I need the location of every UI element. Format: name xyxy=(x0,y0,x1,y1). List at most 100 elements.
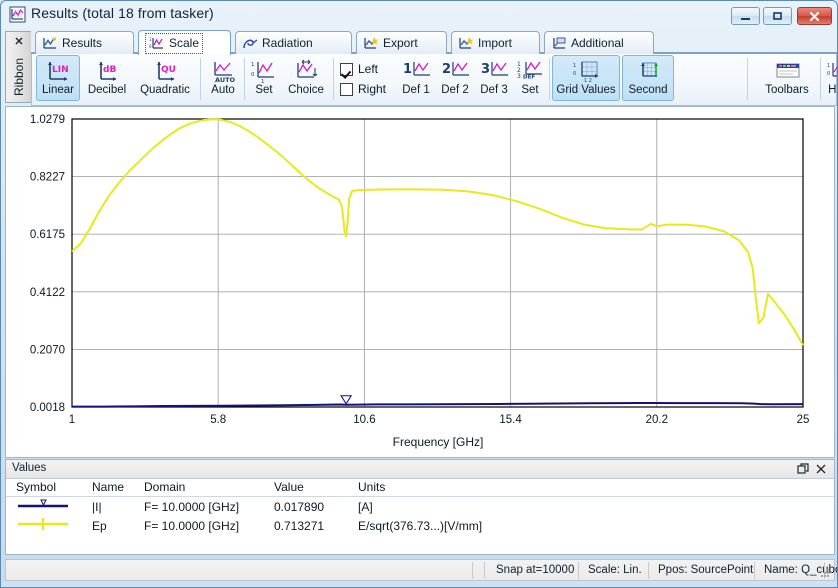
ribbon-dock-tab[interactable]: ✕ Ribbon xyxy=(5,31,31,103)
svg-text:3: 3 xyxy=(481,62,490,77)
row-value: 0.017890 xyxy=(274,499,325,514)
x-tick-label: 10.6 xyxy=(353,414,375,426)
set-range-icon: 1 0 1 xyxy=(251,59,277,85)
import-icon xyxy=(458,36,474,50)
tab-results-label: Results xyxy=(62,36,103,50)
svg-text:0: 0 xyxy=(827,71,830,77)
def2-icon: 2 xyxy=(442,59,469,83)
column-units: Units xyxy=(352,478,834,497)
svg-text:0: 0 xyxy=(149,44,152,49)
legend-line-efield xyxy=(6,516,86,535)
row-units: [A] xyxy=(358,499,373,514)
checkbox-left-box[interactable] xyxy=(340,62,353,76)
ribbon-button-second-label: Second xyxy=(628,84,668,96)
minimize-button[interactable] xyxy=(731,7,760,25)
status-snap: Snap at=10000 xyxy=(496,564,575,576)
ribbon-button-auto-label: Auto xyxy=(211,84,235,96)
grid-values-icon: 1 0 1 2 xyxy=(573,59,599,84)
maximize-button[interactable] xyxy=(763,7,792,25)
ribbon-button-def3[interactable]: 3 Def 3 xyxy=(475,55,513,101)
ribbon-button-def2-label: Def 2 xyxy=(441,84,469,96)
x-tick-label: 15.4 xyxy=(499,414,522,426)
tab-scale[interactable]: 1 0 Scale xyxy=(138,30,231,55)
tab-export-label: Export xyxy=(383,36,418,50)
values-panel-header: Values xyxy=(6,460,834,479)
values-table: Symbol Name Domain Value Units |I| F= 10… xyxy=(6,478,834,535)
status-scale: Scale: Lin. xyxy=(588,564,642,576)
ribbon-button-def-set[interactable]: 1 2 3 DEF Set xyxy=(514,55,546,101)
ribbon-button-choice[interactable]: Choice xyxy=(282,55,330,101)
def3-icon: 3 xyxy=(481,59,508,83)
row-units: E/sqrt(376.73...)[V/mm] xyxy=(358,518,483,533)
tab-import[interactable]: Import xyxy=(451,31,540,54)
ribbon-separator xyxy=(244,58,245,100)
title-bar: Results (total 18 from tasker) xyxy=(1,1,837,28)
ribbon-button-help-label: Help xyxy=(828,84,837,96)
ribbon-button-def1[interactable]: 1 Def 1 xyxy=(397,55,435,101)
ribbon-button-def2[interactable]: 2 Def 2 xyxy=(436,55,474,101)
close-icon[interactable] xyxy=(814,462,828,476)
column-name: Name xyxy=(86,478,138,497)
svg-text:0: 0 xyxy=(573,71,576,77)
ribbon-toolbar: LIN Linear dB Decibel QU Quadratic AUTO … xyxy=(31,54,837,106)
values-table-header-row: Symbol Name Domain Value Units xyxy=(6,478,834,497)
row-value: 0.713271 xyxy=(274,518,325,533)
undock-icon[interactable] xyxy=(796,462,810,476)
close-button[interactable] xyxy=(797,7,832,25)
row-name: Ep xyxy=(92,518,107,533)
table-row[interactable]: |I| F= 10.0000 [GHz] 0.017890 [A] xyxy=(6,497,834,517)
plot-frame xyxy=(71,118,804,408)
ribbon-button-set-range[interactable]: 1 0 1 Set xyxy=(248,55,280,101)
x-axis-title: Frequency [GHz] xyxy=(393,435,484,449)
row-domain: F= 10.0000 [GHz] xyxy=(144,499,240,514)
tab-scale-label: Scale xyxy=(169,36,200,50)
ribbon-dock-label: Ribbon xyxy=(12,57,26,97)
ribbon-button-quadratic-label: Quadratic xyxy=(140,84,190,96)
ribbon-button-def3-label: Def 3 xyxy=(480,84,508,96)
tab-export[interactable]: Export xyxy=(356,31,447,54)
column-symbol: Symbol xyxy=(6,478,86,497)
ribbon-button-linear[interactable]: LIN Linear xyxy=(36,55,80,101)
ribbon-button-toolbars-label: Toolbars xyxy=(765,84,809,96)
chart-panel[interactable]: 0.0018 0.2070 0.4122 0.6175 0.8227 1.0279 1 5.… xyxy=(5,106,835,458)
svg-text:1: 1 xyxy=(827,63,830,69)
y-tick-label: 0.4122 xyxy=(30,287,65,299)
checkbox-right[interactable]: Right xyxy=(340,79,386,99)
status-divider xyxy=(578,562,579,579)
y-tick-label: 1.0279 xyxy=(30,114,65,126)
svg-text:LIN: LIN xyxy=(52,65,69,75)
plot-gridlines xyxy=(72,118,803,407)
export-icon xyxy=(363,36,379,50)
svg-text:dB: dB xyxy=(103,65,116,75)
resize-grip[interactable] xyxy=(820,568,831,579)
ribbon-separator xyxy=(820,58,821,100)
plot-series xyxy=(71,118,804,408)
ribbon-button-grid-values[interactable]: 1 0 1 2 Grid Values xyxy=(552,55,620,101)
tab-additional-label: Additional xyxy=(571,36,624,50)
toolbars-icon xyxy=(774,59,800,83)
ribbon-button-auto[interactable]: AUTO Auto xyxy=(204,55,242,101)
svg-text:1: 1 xyxy=(261,79,265,83)
results-window: Results (total 18 from tasker) ✕ Ribbon xyxy=(0,0,838,588)
tab-additional[interactable]: Additional xyxy=(544,31,654,54)
ribbon-button-second[interactable]: Second xyxy=(622,55,674,101)
tab-radiation[interactable]: Radiation xyxy=(235,31,352,54)
ribbon-button-quadratic[interactable]: QU Quadratic xyxy=(134,55,196,101)
checkbox-right-box[interactable] xyxy=(340,82,353,96)
series-Ep xyxy=(71,118,804,346)
y-tick-label: 0.8227 xyxy=(30,172,65,184)
checkbox-left[interactable]: Left xyxy=(340,59,386,79)
window-bottom-edge xyxy=(1,581,837,587)
ribbon-separator xyxy=(549,58,550,100)
table-row[interactable]: Ep F= 10.0000 [GHz] 0.713271 E/sqrt(376.… xyxy=(6,516,834,535)
def1-icon: 1 xyxy=(403,59,430,83)
tab-import-label: Import xyxy=(478,36,513,50)
ribbon-button-decibel[interactable]: dB Decibel xyxy=(82,55,132,101)
ribbon-button-help[interactable]: 1 0 ? Help xyxy=(823,55,837,101)
ribbon-separator xyxy=(747,58,748,100)
status-divider xyxy=(472,562,473,579)
ribbon-button-toolbars[interactable]: Toolbars xyxy=(759,55,815,101)
tab-results[interactable]: Results xyxy=(35,31,134,54)
additional-icon xyxy=(551,36,566,50)
results-plot[interactable]: 0.00180.20700.41220.61750.82271.0279 1 5.… xyxy=(6,107,834,457)
